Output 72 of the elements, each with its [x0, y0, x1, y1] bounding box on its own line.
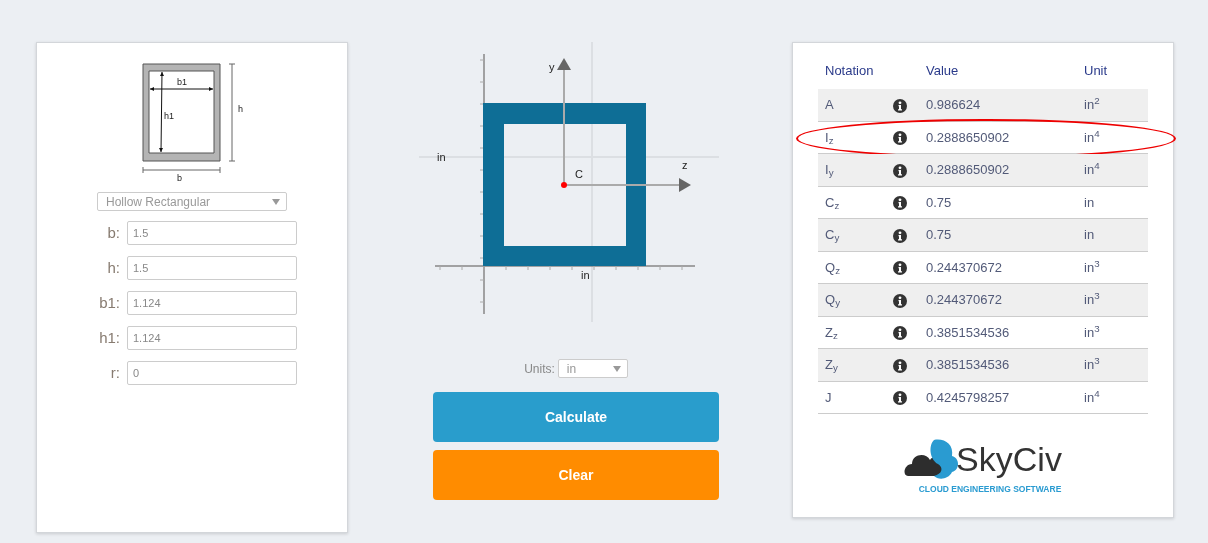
- unit-cell-text: in$^{3}$: [1084, 257, 1101, 277]
- dimension-label: b1: [177, 77, 187, 87]
- centroid-dot: [561, 182, 567, 188]
- column-header: Unit: [1084, 62, 1109, 81]
- notation-cell-text: J: [824, 388, 833, 407]
- info-icon[interactable]: [893, 293, 907, 308]
- notation-cell-text: C$_{y}$: [824, 226, 841, 245]
- info-icon[interactable]: [893, 228, 907, 243]
- value-cell-text: 0.2888650902: [926, 128, 1011, 147]
- info-icon[interactable]: [893, 261, 907, 276]
- value-cell-text: 0.2888650902: [926, 161, 1011, 179]
- info-icon[interactable]: [893, 163, 907, 178]
- input-field[interactable]: 0: [127, 361, 297, 385]
- clear-button[interactable]: Clear: [433, 450, 719, 500]
- unit-label: in: [581, 269, 590, 281]
- unit-label: in: [437, 151, 446, 163]
- value-cell-text: 0.3851534536: [926, 356, 1011, 374]
- dimension-label: h1: [164, 111, 174, 121]
- shape-select[interactable]: Hollow Rectangular: [97, 192, 287, 211]
- axis-label: z: [682, 159, 688, 171]
- notation-cell-text: C$_{z}$: [824, 193, 841, 212]
- logo-tagline: CLOUD ENGINEERING SOFTWARE: [918, 483, 1062, 496]
- unit-cell-text: in$^{3}$: [1084, 322, 1101, 342]
- notation-cell-text: Z$_{y}$: [824, 356, 839, 375]
- unit-cell-text: in$^{4}$: [1084, 387, 1101, 407]
- centroid-label: C: [575, 168, 583, 180]
- info-icon[interactable]: [893, 98, 907, 113]
- notation-cell-text: I$_{z}$: [824, 128, 835, 147]
- dimension-label: b: [177, 173, 182, 183]
- field-label: b1:: [98, 292, 120, 313]
- info-icon[interactable]: [893, 131, 907, 146]
- info-icon[interactable]: [893, 391, 907, 406]
- input-field[interactable]: 1.5: [127, 221, 297, 245]
- column-header: Notation: [824, 62, 875, 81]
- notation-cell-text: Q$_{z}$: [824, 258, 841, 277]
- unit-cell-text: in$^{4}$: [1084, 160, 1101, 179]
- unit-cell-text: in: [1084, 226, 1096, 244]
- field-label: h1:: [98, 327, 120, 348]
- notation-cell-text: Q$_{y}$: [824, 291, 841, 310]
- field-label: b:: [106, 222, 120, 243]
- calculate-button[interactable]: Calculate: [433, 392, 719, 442]
- unit-cell-text: in$^{3}$: [1084, 290, 1101, 309]
- column-header: Value: [926, 62, 960, 81]
- input-field[interactable]: 1.5: [127, 256, 297, 280]
- notation-cell-text: I$_{y}$: [824, 161, 835, 180]
- notation-cell-text: Z$_{z}$: [824, 323, 839, 342]
- unit-cell-text: in$^{2}$: [1084, 95, 1101, 114]
- value-cell-text: 0.244370672: [926, 258, 1003, 277]
- dimension-label: h: [238, 104, 243, 114]
- value-cell-text: 0.4245798257: [926, 388, 1011, 407]
- axis-label: y: [549, 61, 555, 73]
- info-icon[interactable]: [893, 358, 907, 373]
- units-select[interactable]: in: [557, 359, 628, 378]
- caret-icon: [272, 198, 280, 205]
- field-label: r:: [109, 362, 120, 383]
- unit-cell-text: in: [1084, 193, 1096, 212]
- input-field[interactable]: 1.124: [127, 291, 297, 315]
- input-field[interactable]: 1.124: [127, 326, 297, 350]
- value-cell-text: 0.244370672: [926, 291, 1003, 309]
- notation-cell-text: A: [824, 96, 835, 114]
- unit-cell-text: in$^{4}$: [1084, 127, 1101, 147]
- caret-icon: [612, 365, 621, 372]
- info-icon[interactable]: [893, 196, 907, 211]
- value-cell-text: 0.3851534536: [926, 323, 1011, 342]
- units-label: Units:: [524, 360, 555, 378]
- field-label: h:: [106, 257, 120, 278]
- value-cell-text: 0.75: [926, 193, 953, 212]
- info-icon[interactable]: [893, 326, 907, 341]
- value-cell-text: 0.986624: [926, 96, 982, 114]
- logo-wordmark: SkyCiv: [956, 442, 1062, 476]
- value-cell-text: 0.75: [926, 226, 953, 244]
- unit-cell-text: in$^{3}$: [1084, 355, 1101, 374]
